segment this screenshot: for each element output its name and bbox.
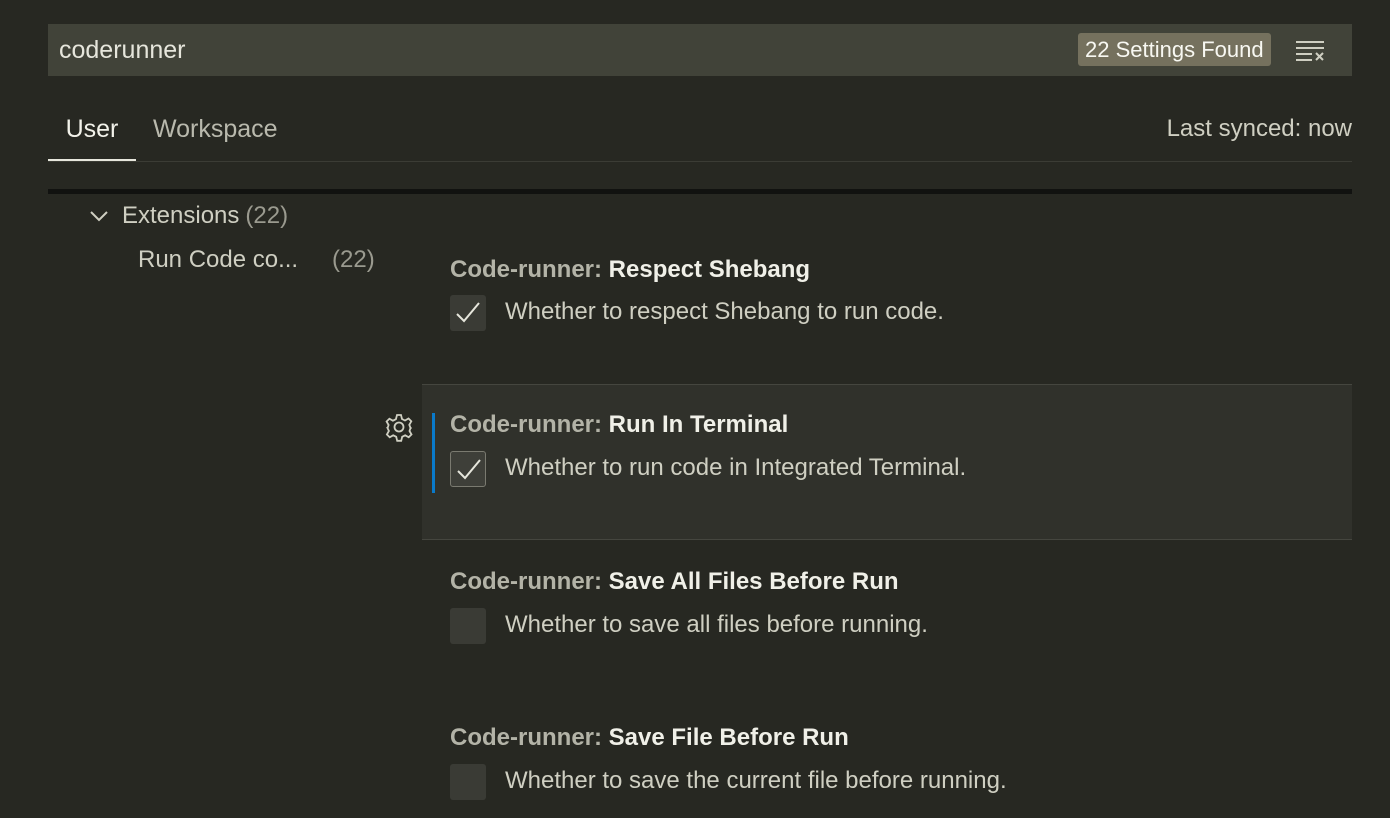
setting-description: Whether to respect Shebang to run code. bbox=[505, 298, 944, 325]
toc-group-extensions[interactable]: Extensions (22) bbox=[88, 198, 288, 234]
modified-indicator bbox=[432, 413, 435, 493]
checkmark-icon bbox=[456, 302, 480, 323]
gear-icon[interactable] bbox=[384, 412, 414, 442]
setting-category: Code-runner: bbox=[450, 256, 609, 283]
setting-title: Code-runner: Respect Shebang bbox=[450, 256, 810, 284]
checkmark-icon bbox=[457, 459, 481, 480]
setting-category: Code-runner: bbox=[450, 568, 609, 595]
setting-save-file-before-run: Code-runner: Save File Before Run Whethe… bbox=[422, 696, 1352, 818]
chevron-down-icon bbox=[90, 211, 108, 222]
tab-workspace[interactable]: Workspace bbox=[153, 100, 278, 161]
search-input[interactable] bbox=[48, 24, 1058, 76]
setting-title: Code-runner: Save All Files Before Run bbox=[450, 568, 899, 596]
setting-description: Whether to save the current file before … bbox=[505, 767, 1007, 794]
setting-title: Code-runner: Save File Before Run bbox=[450, 724, 849, 752]
toc-item-run-code[interactable]: Run Code co... (22) bbox=[138, 242, 386, 278]
toc-group-label: Extensions bbox=[122, 202, 240, 229]
toc-group-count: (22) bbox=[245, 202, 289, 229]
setting-checkbox[interactable] bbox=[450, 295, 486, 331]
setting-category: Code-runner: bbox=[450, 724, 609, 751]
setting-description: Whether to save all files before running… bbox=[505, 611, 928, 638]
toc-item-label: Run Code co... bbox=[138, 246, 299, 273]
setting-checkbox[interactable] bbox=[450, 764, 486, 800]
sync-status: Last synced: now bbox=[1166, 115, 1352, 142]
setting-category: Code-runner: bbox=[450, 411, 609, 438]
results-count-badge: 22 Settings Found bbox=[1078, 33, 1271, 66]
header-divider bbox=[48, 189, 1352, 194]
setting-name: Run In Terminal bbox=[608, 411, 789, 438]
setting-checkbox[interactable] bbox=[450, 451, 486, 487]
setting-respect-shebang: Code-runner: Respect Shebang Whether to … bbox=[422, 232, 1352, 382]
setting-name: Respect Shebang bbox=[608, 256, 811, 283]
tab-user[interactable]: User bbox=[48, 100, 136, 161]
toc-item-count: (22) bbox=[332, 246, 375, 273]
setting-run-in-terminal: Code-runner: Run In Terminal Whether to … bbox=[422, 384, 1352, 540]
setting-title: Code-runner: Run In Terminal bbox=[450, 411, 788, 439]
search-bar: 22 Settings Found bbox=[48, 24, 1352, 76]
setting-save-all-files-before-run: Code-runner: Save All Files Before Run W… bbox=[422, 540, 1352, 696]
setting-name: Save All Files Before Run bbox=[608, 568, 899, 595]
setting-description: Whether to run code in Integrated Termin… bbox=[505, 454, 967, 481]
clear-filter-icon[interactable] bbox=[1294, 36, 1326, 64]
settings-target-tabs: User Workspace Last synced: now bbox=[48, 100, 1352, 162]
setting-checkbox[interactable] bbox=[450, 608, 486, 644]
settings-editor: 22 Settings Found User Workspace Last sy… bbox=[0, 0, 1390, 818]
setting-name: Save File Before Run bbox=[608, 724, 849, 751]
